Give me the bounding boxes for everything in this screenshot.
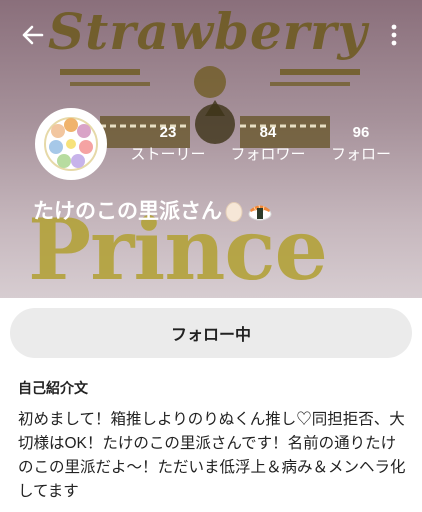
sushi-icon (248, 204, 272, 221)
bio-text: 初めまして！箱推しよりのりぬくん推し♡同担拒否、大切様はOK！たけのこの里派さん… (18, 411, 406, 500)
profile-header: Strawberry Prince 23 ストーリー 84 フォロワー 96 フ… (0, 0, 422, 298)
egg-icon (225, 201, 243, 222)
following-stat[interactable]: 96 フォロー (326, 124, 396, 164)
followers-label: フォロワー (230, 146, 306, 163)
avatar[interactable] (35, 108, 107, 180)
stories-count: 23 (159, 124, 177, 141)
profile-username: たけのこの里派さん (33, 195, 273, 225)
bio-title: 自己紹介文 (18, 380, 88, 396)
background-title-top: Strawberry (48, 2, 368, 61)
followers-count: 84 (259, 124, 277, 141)
followers-stat[interactable]: 84 フォロワー (225, 124, 311, 164)
following-label: フォロー (330, 146, 391, 163)
username-text: たけのこの里派さん (33, 200, 222, 223)
stories-stat[interactable]: 23 ストーリー (125, 124, 211, 164)
following-count: 96 (352, 124, 370, 141)
stories-label: ストーリー (130, 146, 206, 163)
avatar-illustration-icon (38, 111, 104, 177)
back-arrow-icon[interactable] (20, 22, 46, 48)
more-vertical-icon[interactable] (388, 22, 400, 48)
following-button[interactable]: フォロー中 (10, 308, 412, 358)
